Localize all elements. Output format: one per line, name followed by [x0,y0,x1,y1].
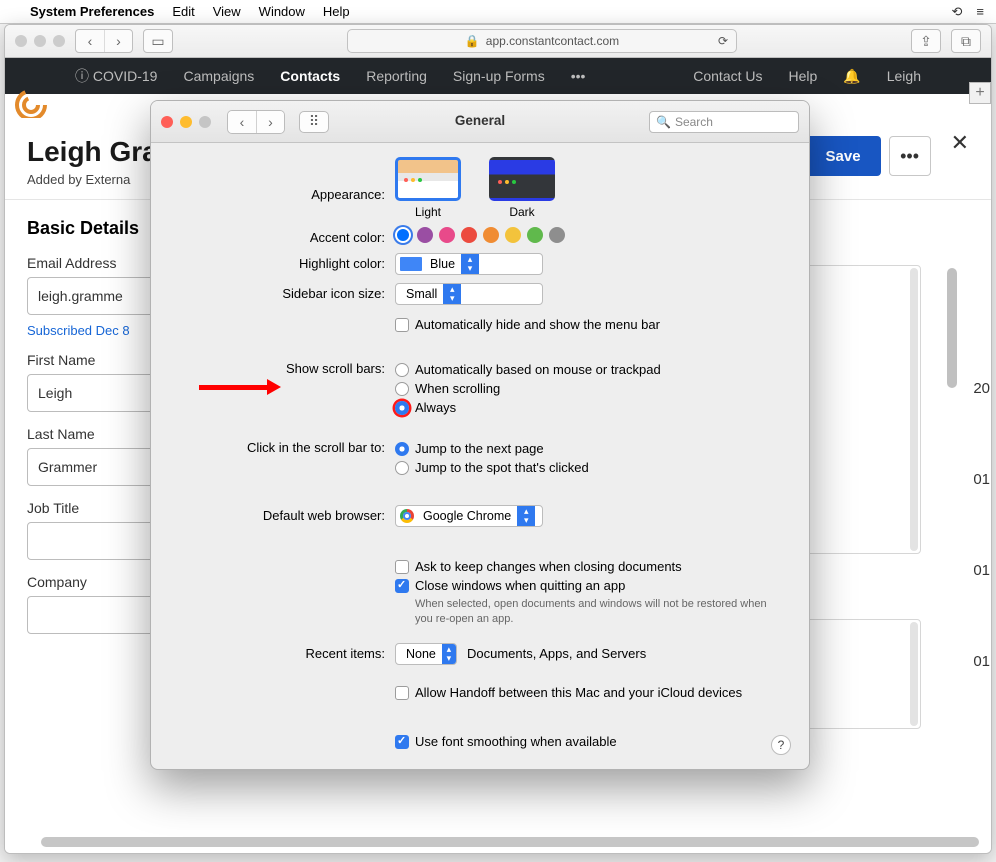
recent-label: Recent items: [173,643,395,661]
sidebar-size-label: Sidebar icon size: [173,283,395,301]
nav-contact-us[interactable]: Contact Us [693,68,762,84]
nav-signup-forms[interactable]: Sign-up Forms [453,68,545,84]
safari-sidebar-button[interactable]: ▭ [143,29,173,53]
autohide-checkbox[interactable] [395,318,409,332]
appearance-dark[interactable]: Dark [489,157,555,219]
pref-back-forward[interactable]: ‹› [227,110,285,134]
bg-text: 20 [973,380,990,397]
nav-more[interactable]: ••• [571,68,586,84]
handoff-checkbox[interactable] [395,686,409,700]
browser-select[interactable]: Google Chrome ▴▾ [395,505,543,527]
highlight-select[interactable]: Blue ▴▾ [395,253,543,275]
safari-traffic-lights[interactable] [15,35,65,47]
chevron-updown-icon: ▴▾ [517,506,535,526]
highlight-label: Highlight color: [173,253,395,271]
appearance-label: Appearance: [173,157,395,202]
safari-new-tab[interactable]: + [969,82,991,104]
notification-center-icon[interactable]: ≡ [976,4,984,19]
chevron-updown-icon: ▴▾ [443,284,461,304]
nav-help[interactable]: Help [789,68,818,84]
menu-help[interactable]: Help [323,4,350,19]
nav-contacts[interactable]: Contacts [280,68,340,84]
show-all-icon[interactable]: ⠿ [299,111,329,133]
appearance-light[interactable]: Light [395,157,461,219]
menu-edit[interactable]: Edit [172,4,194,19]
mac-menubar: System Preferences Edit View Window Help… [0,0,996,24]
recent-select[interactable]: None ▴▾ [395,643,457,665]
nav-reporting[interactable]: Reporting [366,68,427,84]
bg-text: 01 [973,471,990,488]
recent-suffix: Documents, Apps, and Servers [467,646,646,661]
accent-color-picker [395,227,787,243]
menu-view[interactable]: View [213,4,241,19]
accent-dot[interactable] [395,227,411,243]
autohide-label: Automatically hide and show the menu bar [415,317,660,332]
nav-user[interactable]: Leigh [887,68,921,84]
pref-search-field[interactable]: 🔍 Search [649,111,799,133]
help-button[interactable]: ? [771,735,791,755]
nav-covid[interactable]: ⓘ COVID-19 [75,66,157,86]
cc-top-nav: ⓘ COVID-19 Campaigns Contacts Reporting … [5,58,991,94]
content-scrollbar[interactable] [947,268,957,388]
lock-icon: 🔒 [465,34,480,48]
nav-bell-icon[interactable]: 🔔 [843,68,860,85]
app-name[interactable]: System Preferences [30,4,154,19]
bg-text: 01 [973,562,990,579]
safari-tabs-button[interactable]: ⧉ [951,29,981,53]
nav-campaigns[interactable]: Campaigns [183,68,254,84]
scrollbars-auto-radio[interactable] [395,363,409,377]
scrollbars-always-radio[interactable] [395,401,409,415]
chevron-updown-icon: ▴▾ [442,644,456,664]
accent-dot[interactable] [527,227,543,243]
bg-text: 01 [973,653,990,670]
scrollbars-when-radio[interactable] [395,382,409,396]
ask-keep-checkbox[interactable] [395,560,409,574]
close-windows-note: When selected, open documents and window… [395,597,787,627]
accent-dot[interactable] [461,227,477,243]
safari-url-field[interactable]: 🔒 app.constantcontact.com ⟳ [347,29,737,53]
url-text: app.constantcontact.com [486,34,619,48]
chrome-icon [400,509,414,523]
click-next-radio[interactable] [395,442,409,456]
accent-dot[interactable] [549,227,565,243]
time-machine-icon[interactable]: ⟲ [952,4,963,20]
close-icon[interactable]: ✕ [951,130,969,176]
accent-dot[interactable] [439,227,455,243]
click-spot-radio[interactable] [395,461,409,475]
click-scroll-label: Click in the scroll bar to: [173,437,395,455]
accent-dot[interactable] [483,227,499,243]
safari-toolbar: ‹› ▭ 🔒 app.constantcontact.com ⟳ ⇪ ⧉ [5,25,991,58]
pref-titlebar: ‹› ⠿ General 🔍 Search [151,101,809,143]
scrollbars-label: Show scroll bars: [173,358,395,376]
safari-share-button[interactable]: ⇪ [911,29,941,53]
accent-dot[interactable] [505,227,521,243]
reload-icon[interactable]: ⟳ [718,34,728,48]
pref-traffic-lights[interactable] [161,116,211,128]
window-scrollbar[interactable] [41,837,979,847]
accent-label: Accent color: [173,227,395,245]
accent-dot[interactable] [417,227,433,243]
menu-window[interactable]: Window [259,4,305,19]
browser-label: Default web browser: [173,505,395,523]
save-button[interactable]: Save [806,136,881,176]
color-swatch-icon [400,257,422,271]
search-icon: 🔍 [656,115,671,129]
font-smoothing-checkbox[interactable] [395,735,409,749]
safari-back-forward[interactable]: ‹› [75,29,133,53]
chevron-updown-icon: ▴▾ [461,254,479,274]
close-windows-checkbox[interactable] [395,579,409,593]
sidebar-size-select[interactable]: Small ▴▾ [395,283,543,305]
system-preferences-window: ‹› ⠿ General 🔍 Search Appearance: Light … [150,100,810,770]
more-actions-button[interactable]: ••• [889,136,931,176]
